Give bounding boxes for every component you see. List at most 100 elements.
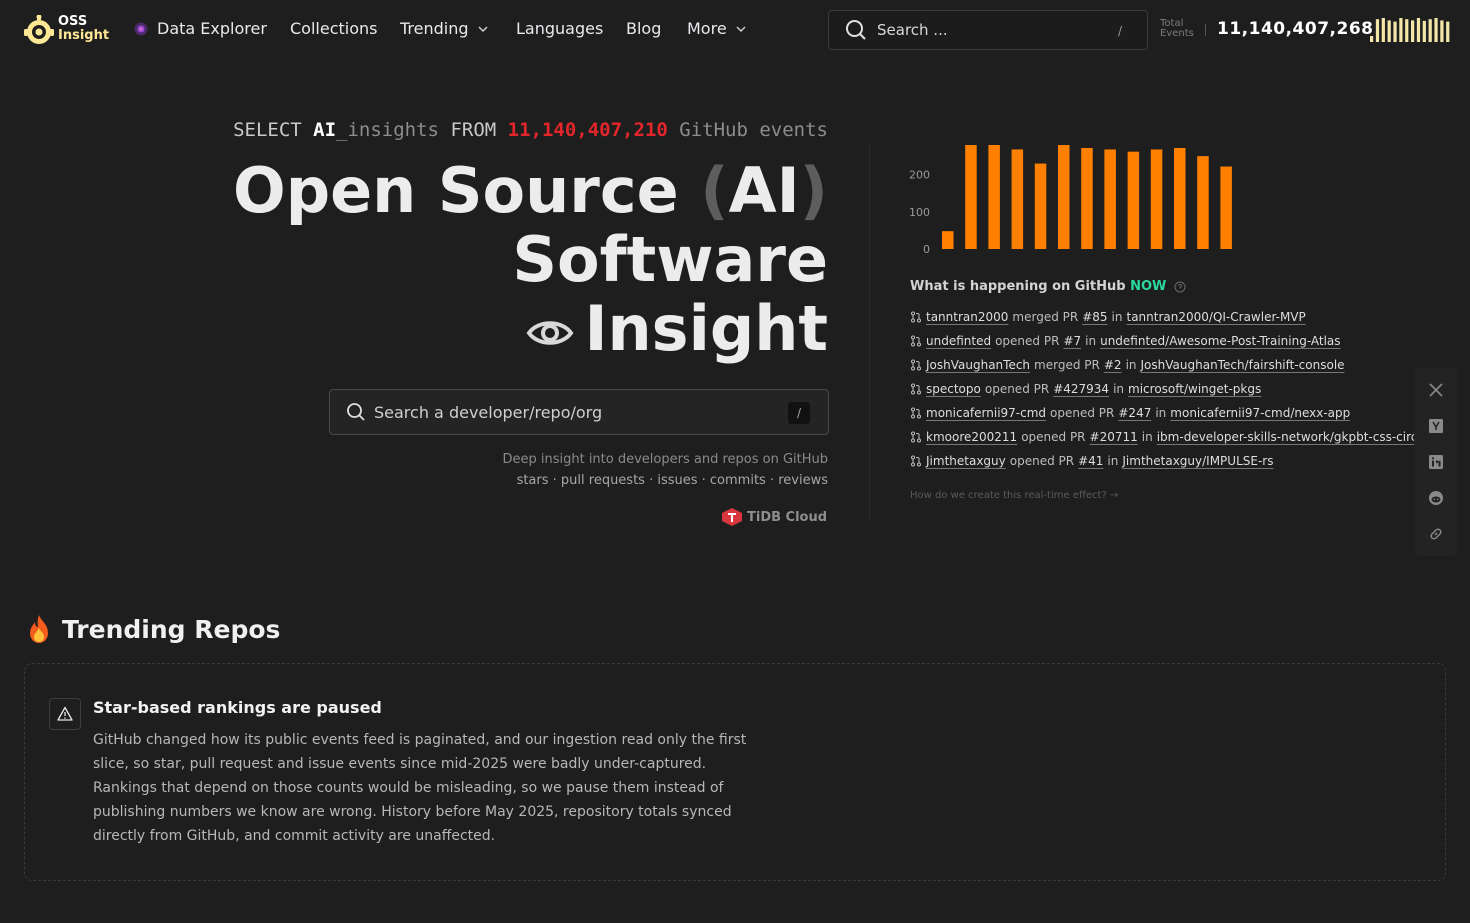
sparkline-bar — [1381, 18, 1385, 42]
event-repo-link[interactable]: ibm-developer-skills-network/gkpbt-css-c… — [1157, 425, 1415, 449]
pull-request-icon — [911, 335, 921, 347]
events-sparkline — [1370, 18, 1450, 42]
search-icon — [846, 20, 866, 40]
event-action: opened PR — [1009, 454, 1075, 468]
event-pr-link[interactable]: #2 — [1104, 353, 1122, 377]
nav-more[interactable]: More — [687, 19, 747, 38]
sparkline-bar — [1370, 36, 1374, 42]
total-label-line2: Events — [1160, 28, 1194, 39]
event-user-link[interactable]: kmoore200211 — [926, 425, 1017, 449]
event-repo-link[interactable]: Jimthetaxguy/IMPULSE-rs — [1122, 449, 1273, 473]
hero-insight: Insight — [584, 292, 828, 365]
linkedin-icon[interactable] — [1428, 454, 1444, 470]
realtime-howto-link[interactable]: How do we create this real-time effect? … — [910, 490, 1118, 501]
sparkline-bar — [1399, 18, 1403, 42]
event-row: Jimthetaxguy opened PR #41 in Jimthetaxguy/I… — [910, 449, 1415, 473]
event-pr-link[interactable]: #247 — [1118, 401, 1151, 425]
trending-repos-header: Trending Repos — [26, 614, 280, 644]
pull-request-icon — [911, 431, 921, 443]
event-action: opened PR — [984, 382, 1050, 396]
chart-bar — [965, 145, 977, 249]
pull-request-icon — [911, 311, 921, 323]
chart-bar — [1058, 145, 1070, 249]
nav-data-explorer-label: Data Explorer — [157, 19, 267, 38]
main-search-input[interactable]: Search a developer/repo/org / — [329, 389, 829, 435]
chart-bar — [1174, 147, 1186, 249]
nav-languages-label: Languages — [516, 19, 604, 38]
event-in: in — [1155, 406, 1167, 420]
live-events-list: tanntran2000 merged PR #85 in tanntran2000/Q… — [910, 305, 1415, 473]
sql-headline: SELECT AI_insights FROM 11,140,407,210 G… — [233, 119, 828, 141]
help-icon[interactable] — [1174, 281, 1186, 293]
nav-data-explorer[interactable]: Data Explorer — [133, 19, 267, 38]
hero-paren-close: ) — [799, 154, 828, 227]
notice-title: Star-based rankings are paused — [93, 698, 382, 717]
hero-tagline: Deep insight into developers and repos o… — [502, 449, 828, 491]
x-twitter-icon[interactable] — [1428, 382, 1444, 398]
y-tick-label: 200 — [909, 169, 930, 182]
event-in: in — [1111, 310, 1123, 324]
event-row: JoshVaughanTech merged PR #2 in JoshVaughanT… — [910, 353, 1415, 377]
event-action: opened PR — [995, 334, 1060, 348]
event-row: spectopo opened PR #427934 in microsoft/wing… — [910, 377, 1415, 401]
event-repo-link[interactable]: monicafernii97-cmd/nexx-app — [1170, 401, 1350, 425]
event-pr-link[interactable]: #20711 — [1090, 425, 1138, 449]
event-action: opened PR — [1050, 406, 1115, 420]
chart-bar — [1104, 149, 1116, 249]
total-events-label: Total Events — [1160, 19, 1194, 39]
event-pr-link[interactable]: #427934 — [1053, 377, 1109, 401]
pull-request-icon — [911, 407, 921, 419]
event-pr-link[interactable]: #7 — [1063, 329, 1081, 353]
pull-request-icon — [911, 383, 921, 395]
chevron-down-icon — [736, 25, 746, 32]
gpt-sparkle-icon — [134, 22, 148, 35]
hacker-news-icon[interactable] — [1428, 418, 1444, 434]
hero-title-line3: Insight — [233, 294, 828, 363]
chart-bar — [942, 231, 954, 249]
event-repo-link[interactable]: JoshVaughanTech/fairshift-console — [1141, 353, 1345, 377]
pull-request-icon — [911, 359, 921, 371]
event-user-link[interactable]: undefinted — [926, 329, 991, 353]
event-in: in — [1125, 358, 1137, 372]
event-repo-link[interactable]: microsoft/winget-pkgs — [1128, 377, 1261, 401]
now-title-text: What is happening on GitHub — [910, 279, 1126, 294]
hero-title-line2: Software — [512, 223, 828, 296]
event-row: undefinted opened PR #7 in undefinted/Awesom… — [910, 329, 1415, 353]
share-bar — [1414, 368, 1458, 556]
chart-bar — [988, 145, 1000, 249]
divider — [1205, 24, 1206, 36]
nav-blog[interactable]: Blog — [626, 19, 661, 38]
chart-bar — [1034, 163, 1047, 249]
robot-logo-icon — [24, 15, 54, 44]
event-repo-link[interactable]: tanntran2000/QI-Crawler-MVP — [1127, 305, 1306, 329]
event-repo-link[interactable]: undefinted/Awesome-Post-Training-Atlas — [1100, 329, 1340, 353]
main-search-placeholder: Search a developer/repo/org — [374, 402, 603, 422]
sql-from: FROM — [450, 119, 497, 141]
event-user-link[interactable]: tanntran2000 — [926, 305, 1008, 329]
event-user-link[interactable]: spectopo — [926, 377, 981, 401]
nav-languages[interactable]: Languages — [516, 19, 603, 38]
tagline-line2: stars · pull requests · issues · commits… — [516, 473, 828, 488]
nav-trending[interactable]: Trending — [400, 19, 489, 38]
sparkline-bar — [1422, 20, 1426, 42]
copy-link-icon[interactable] — [1428, 526, 1444, 542]
header-search-input[interactable]: Search ... / — [828, 10, 1148, 50]
total-events-count: 11,140,407,268 — [1217, 19, 1374, 39]
ossinsight-logo[interactable]: OSS Insight — [24, 13, 114, 47]
event-user-link[interactable]: monicafernii97-cmd — [926, 401, 1046, 425]
event-user-link[interactable]: Jimthetaxguy — [926, 449, 1006, 473]
nav-collections[interactable]: Collections — [290, 19, 377, 38]
hero-title: Open Source (AI) Software Insight — [233, 156, 828, 363]
event-pr-link[interactable]: #41 — [1078, 449, 1103, 473]
event-user-link[interactable]: JoshVaughanTech — [926, 353, 1030, 377]
trending-repos-title: Trending Repos — [62, 614, 281, 644]
reddit-icon[interactable] — [1428, 490, 1444, 506]
tidb-cloud-link[interactable]: TiDB Cloud — [722, 508, 827, 526]
nav-collections-label: Collections — [290, 19, 378, 38]
event-pr-link[interactable]: #85 — [1082, 305, 1107, 329]
sql-insights: _insights — [336, 119, 439, 141]
now-title: What is happening on GitHub NOW — [910, 279, 1186, 294]
notice-body: GitHub changed how its public events fee… — [93, 732, 747, 844]
event-action: merged PR — [1034, 358, 1100, 372]
chart-bar — [1150, 149, 1163, 249]
